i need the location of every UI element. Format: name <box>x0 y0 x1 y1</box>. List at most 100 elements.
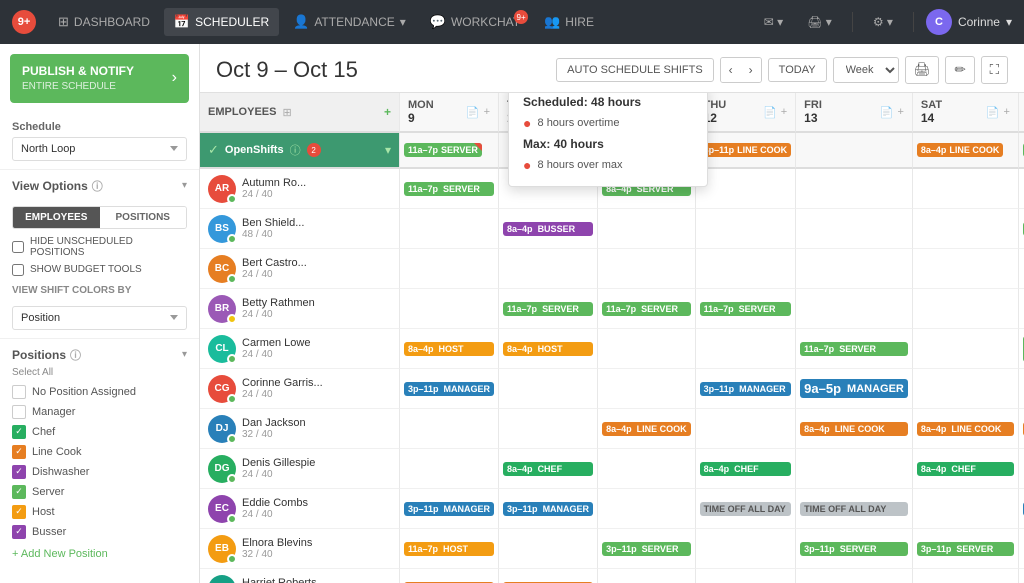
shift-elnora-tue[interactable] <box>499 529 598 569</box>
shift-bert-wed[interactable] <box>598 249 696 289</box>
mail-button[interactable]: ✉ ▾ <box>756 11 791 33</box>
shift-chip-denis-tue[interactable]: 8a–4p CHEF <box>503 462 593 476</box>
nav-scheduler[interactable]: 📅 SCHEDULER <box>164 8 279 36</box>
shift-betty-mon[interactable] <box>400 289 499 329</box>
shift-chip-dan-wed[interactable]: 8a–4p LINE COOK <box>602 422 691 436</box>
shift-betty-sat[interactable] <box>913 289 1019 329</box>
thu-icon1[interactable]: 📄 <box>763 106 777 119</box>
shift-chip-eddie-tue[interactable]: 3p–11p MANAGER <box>503 502 593 516</box>
position-checkbox-host[interactable]: ✓ <box>12 505 26 519</box>
shift-chip-eddie-thu[interactable]: TIME OFF ALL DAY <box>700 502 792 516</box>
open-shift-thu[interactable]: 3p–11p LINE COOK <box>696 133 797 169</box>
shift-denis-fri[interactable] <box>796 449 913 489</box>
shift-chip-dan-sat[interactable]: 8a–4p LINE COOK <box>917 422 1014 436</box>
shift-corinne-thu[interactable]: 3p–11p MANAGER <box>696 369 797 409</box>
shift-dan-wed[interactable]: 8a–4p LINE COOK <box>598 409 696 449</box>
share-schedule-button[interactable]: ✏ <box>945 56 974 84</box>
open-shift-sun[interactable]: 3p–11p SERVER <box>1019 133 1024 169</box>
tab-employees[interactable]: EMPLOYEES <box>13 207 100 228</box>
shift-dan-mon[interactable] <box>400 409 499 449</box>
position-server[interactable]: ✓ Server <box>0 482 199 502</box>
shift-elnora-fri[interactable]: 3p–11p SERVER <box>796 529 913 569</box>
shift-carmen-mon[interactable]: 8a–4p HOST <box>400 329 499 369</box>
add-employee-icon[interactable]: + <box>384 105 391 119</box>
shift-chip-corinne-fri[interactable]: 9a–5p MANAGER <box>800 379 908 398</box>
shift-eddie-fri[interactable]: TIME OFF ALL DAY <box>796 489 913 529</box>
shift-dan-sat[interactable]: 8a–4p LINE COOK <box>913 409 1019 449</box>
shift-bert-tue[interactable] <box>499 249 598 289</box>
shift-elnora-wed[interactable]: 3p–11p SERVER <box>598 529 696 569</box>
shift-denis-mon[interactable] <box>400 449 499 489</box>
position-checkbox-chef[interactable]: ✓ <box>12 425 26 439</box>
shift-ben-wed[interactable] <box>598 209 696 249</box>
shift-harriet-sun[interactable]: 11a–7p LINE COOK <box>1019 569 1024 583</box>
thu-icon2[interactable]: + <box>781 106 787 119</box>
shift-harriet-mon[interactable]: 8a–4p LINE COOK <box>400 569 499 583</box>
shift-eddie-thu[interactable]: TIME OFF ALL DAY <box>696 489 797 529</box>
position-host[interactable]: ✓ Host <box>0 502 199 522</box>
shift-chip-corinne-thu[interactable]: 3p–11p MANAGER <box>700 382 792 396</box>
shift-dan-thu[interactable] <box>696 409 797 449</box>
shift-chip-elnora-wed[interactable]: 3p–11p SERVER <box>602 542 691 556</box>
shift-autumn-fri[interactable] <box>796 169 913 209</box>
shift-bert-sun[interactable] <box>1019 249 1024 289</box>
shift-carmen-sun[interactable]: PREFERRED: 8a–4p <box>1019 329 1024 369</box>
shift-bert-thu[interactable] <box>696 249 797 289</box>
shift-chip-carmen-fri[interactable]: 11a–7p SERVER <box>800 342 908 356</box>
shift-dan-fri[interactable]: 8a–4p LINE COOK <box>796 409 913 449</box>
shift-chip-eddie-mon[interactable]: 3p–11p MANAGER <box>404 502 494 516</box>
shift-corinne-tue[interactable] <box>499 369 598 409</box>
shift-betty-sun[interactable] <box>1019 289 1024 329</box>
user-menu[interactable]: C Corinne ▾ <box>926 9 1012 35</box>
print-button[interactable]: 🖨 ▾ <box>799 11 840 33</box>
shift-chip-carmen-mon[interactable]: 8a–4p HOST <box>404 342 494 356</box>
shift-corinne-sat[interactable] <box>913 369 1019 409</box>
shift-elnora-thu[interactable] <box>696 529 797 569</box>
open-shift-mon[interactable]: 11a–7p SERVER <box>400 133 499 169</box>
shift-betty-fri[interactable] <box>796 289 913 329</box>
sat-icon1[interactable]: 📄 <box>986 106 1000 119</box>
select-all-positions[interactable]: Select All <box>0 367 199 382</box>
shift-harriet-thu[interactable] <box>696 569 797 583</box>
shift-harriet-sat[interactable] <box>913 569 1019 583</box>
publish-button[interactable]: PUBLISH & NOTIFY ENTIRE SCHEDULE › <box>10 54 189 103</box>
shift-autumn-sat[interactable] <box>913 169 1019 209</box>
shift-eddie-sat[interactable] <box>913 489 1019 529</box>
shift-chip-elnora-mon[interactable]: 11a–7p HOST <box>404 542 494 556</box>
position-checkbox-no-assigned[interactable] <box>12 385 26 399</box>
shift-corinne-wed[interactable] <box>598 369 696 409</box>
shift-corinne-sun[interactable] <box>1019 369 1024 409</box>
settings-button[interactable]: ⚙ ▾ <box>865 11 901 33</box>
shift-ben-tue[interactable]: 8a–4p BUSSER <box>499 209 598 249</box>
shift-carmen-tue[interactable]: 8a–4p HOST <box>499 329 598 369</box>
shift-chip-elnora-fri[interactable]: 3p–11p SERVER <box>800 542 908 556</box>
shift-chip-corinne-mon[interactable]: 3p–11p MANAGER <box>404 382 494 396</box>
shift-denis-tue[interactable]: 8a–4p CHEF <box>499 449 598 489</box>
position-busser[interactable]: ✓ Busser <box>0 522 199 542</box>
shift-carmen-fri[interactable]: 11a–7p SERVER <box>796 329 913 369</box>
shift-chip-autumn-mon[interactable]: 11a–7p SERVER <box>404 182 494 196</box>
shift-bert-sat[interactable] <box>913 249 1019 289</box>
open-shift-fri[interactable] <box>796 133 913 169</box>
shift-chip-ben-tue[interactable]: 8a–4p BUSSER <box>503 222 593 236</box>
position-chef[interactable]: ✓ Chef <box>0 422 199 442</box>
shift-elnora-sat[interactable]: 3p–11p SERVER <box>913 529 1019 569</box>
open-shift-sat[interactable]: 8a–4p LINE COOK <box>913 133 1019 169</box>
position-checkbox-linecook[interactable]: ✓ <box>12 445 26 459</box>
shift-eddie-mon[interactable]: 3p–11p MANAGER <box>400 489 499 529</box>
shift-carmen-thu[interactable] <box>696 329 797 369</box>
shift-chip-elnora-sat[interactable]: 3p–11p SERVER <box>917 542 1014 556</box>
shift-chip-dan-fri[interactable]: 8a–4p LINE COOK <box>800 422 908 436</box>
shift-ben-sat[interactable] <box>913 209 1019 249</box>
shift-betty-thu[interactable]: 11a–7p SERVER <box>696 289 797 329</box>
fri-icon2[interactable]: + <box>897 106 903 119</box>
tab-positions[interactable]: POSITIONS <box>100 207 187 228</box>
week-select[interactable]: Week <box>833 57 899 83</box>
shift-colors-select[interactable]: Position <box>12 306 187 330</box>
shift-denis-wed[interactable] <box>598 449 696 489</box>
shift-corinne-mon[interactable]: 3p–11p MANAGER <box>400 369 499 409</box>
print-schedule-button[interactable]: 🖨 <box>905 56 940 84</box>
shift-harriet-tue[interactable]: 8a–4p LINE COOK <box>499 569 598 583</box>
add-position-button[interactable]: + Add New Position <box>0 542 199 566</box>
nav-workchat[interactable]: 💬 WORKCHAT 9+ <box>420 8 530 36</box>
